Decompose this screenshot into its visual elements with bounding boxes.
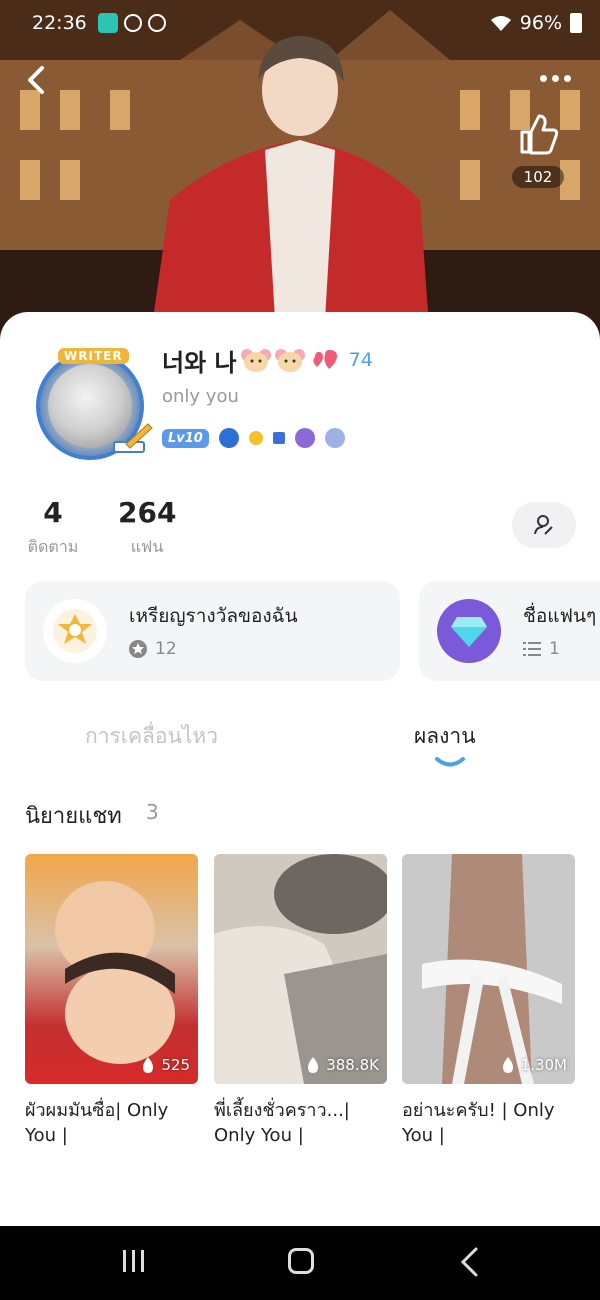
diamond-icon [437, 599, 501, 663]
story-card[interactable]: 388.8K พี่เลี้ยงชั่วคราว...| Only You | [214, 854, 387, 1148]
views-count: 388.8K [326, 1056, 379, 1074]
battery-percent: 96% [519, 12, 562, 34]
chat-novels-count: 3 [146, 800, 159, 824]
badge-icon[interactable] [248, 431, 263, 445]
chat-novels-title: นิยายแชท [25, 804, 122, 829]
badge-icon[interactable] [294, 428, 315, 448]
fan-name-card-meta: 1 [523, 639, 560, 659]
cover-image [402, 854, 575, 1084]
story-cover: 388.8K [214, 854, 387, 1084]
active-tab-indicator [435, 757, 465, 767]
profile-name: 너와 나 [162, 348, 237, 377]
views-count: 525 [161, 1056, 190, 1074]
user-edit-icon [534, 515, 553, 535]
recent-apps-icon[interactable] [120, 1248, 148, 1274]
fans-label: แฟน [130, 537, 164, 556]
story-card[interactable]: 525 ผัวผมมันซื่อ| Only You | [25, 854, 198, 1148]
status-time: 22:36 [32, 12, 87, 34]
writer-badge: WRITER [58, 348, 129, 364]
profile-name-row: 너와 나 74 [162, 340, 373, 380]
medals-card[interactable]: เหรียญรางวัลของฉัน 12 [25, 581, 400, 681]
cover-image [55, 881, 175, 1064]
dot-icon [564, 74, 571, 82]
story-cover: 1.30M [402, 854, 575, 1084]
badge-icon[interactable] [324, 428, 345, 448]
profile-bio: only you [162, 386, 239, 407]
fire-icon [308, 1057, 319, 1073]
medals-card-title: เหรียญรางวัลของฉัน [129, 605, 298, 627]
back-arrow-icon[interactable] [22, 62, 52, 98]
heart-count: 74 [348, 349, 373, 371]
dot-icon [552, 74, 559, 82]
edit-profile-button[interactable] [512, 502, 576, 548]
story-card[interactable]: 1.30M อย่านะครับ! | Only You | [402, 854, 575, 1148]
list-icon [523, 642, 541, 656]
badge-row: Lv10 [162, 428, 345, 448]
fire-icon [143, 1057, 154, 1073]
system-navigation-bar [0, 1226, 600, 1300]
medals-card-meta: 12 [129, 639, 177, 659]
home-button-icon[interactable] [288, 1248, 314, 1274]
story-cover: 525 [25, 854, 198, 1084]
battery-icon [570, 13, 582, 33]
views-badge: 1.30M [501, 1056, 567, 1074]
cover-image [214, 854, 387, 1084]
status-right: 96% [490, 12, 582, 34]
badge-icon[interactable] [272, 432, 285, 444]
story-title: อย่านะครับ! | Only You | [402, 1100, 555, 1146]
badge-icon[interactable] [218, 428, 239, 448]
following-label: ติดตาม [27, 537, 79, 556]
medal-icon [43, 599, 107, 663]
story-title: พี่เลี้ยงชั่วคราว...| Only You | [214, 1100, 350, 1146]
hearts-icon [313, 349, 337, 369]
wifi-icon [490, 16, 511, 31]
status-bar: 22:36 96% [0, 0, 600, 48]
app-notification-icon [124, 14, 142, 32]
fan-name-count: 1 [549, 639, 560, 659]
status-notification-icons [98, 13, 166, 33]
app-notification-icon [98, 13, 118, 33]
views-count: 1.30M [520, 1056, 567, 1074]
medals-count: 12 [155, 639, 177, 659]
messenger-icon [148, 14, 166, 32]
like-button[interactable]: 102 [510, 112, 566, 188]
fans-stat[interactable]: 264 แฟน [118, 496, 176, 560]
views-badge: 388.8K [306, 1056, 379, 1074]
fire-icon [502, 1057, 513, 1073]
views-badge: 525 [141, 1056, 190, 1074]
tab-activity[interactable]: การเคลื่อนไหว [85, 720, 218, 753]
tab-works[interactable]: ผลงาน [414, 720, 476, 753]
mouse-emoji-icon [274, 349, 305, 372]
star-circle-icon [129, 640, 147, 658]
like-count: 102 [511, 166, 565, 188]
pen-icon [113, 423, 153, 453]
profile-banner: 22:36 96% 102 [0, 0, 600, 340]
fan-name-card[interactable]: ชื่อแฟนๆ 1 [419, 581, 600, 681]
system-back-icon[interactable] [458, 1246, 482, 1278]
fans-count: 264 [118, 496, 177, 529]
story-title: ผัวผมมันซื่อ| Only You | [25, 1100, 169, 1146]
avatar[interactable]: WRITER [26, 348, 154, 464]
level-badge[interactable]: Lv10 [162, 428, 209, 448]
following-count: 4 [43, 496, 63, 529]
medal-graphic [53, 609, 97, 653]
thumbs-up-icon [520, 114, 559, 155]
dot-icon [540, 74, 547, 82]
more-options-button[interactable] [540, 68, 576, 88]
fan-name-card-title: ชื่อแฟนๆ [523, 605, 597, 627]
following-stat[interactable]: 4 ติดตาม [24, 496, 82, 560]
diamond-graphic [451, 617, 487, 647]
mouse-emoji-icon [240, 349, 271, 372]
